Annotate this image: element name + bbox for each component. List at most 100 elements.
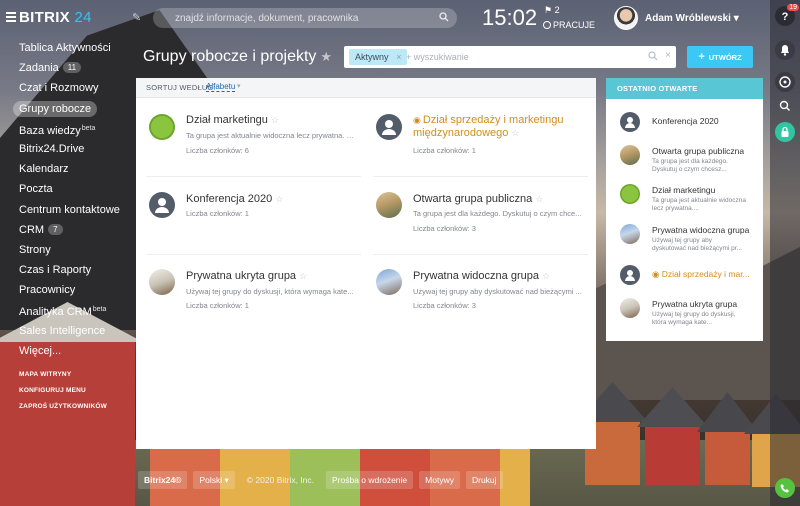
work-status[interactable]: PRACUJE xyxy=(543,20,595,30)
group-avatar[interactable] xyxy=(620,184,640,204)
group-avatar[interactable] xyxy=(376,192,402,218)
rail-search-button[interactable] xyxy=(775,96,795,116)
footer-link-print[interactable]: Drukuj xyxy=(465,471,503,489)
group-card[interactable]: Dział marketingu ☆ Ta grupa jest aktualni… xyxy=(136,78,356,155)
sidebar-item-crm[interactable]: CRM 7 xyxy=(0,220,135,240)
remove-tag-icon[interactable]: × xyxy=(396,49,401,65)
clear-icon[interactable]: × xyxy=(665,50,671,61)
group-title[interactable]: Prywatna ukryta grupa ☆ xyxy=(186,270,356,283)
left-sidebar: Tablica Aktywności Zadania 11 Czat i Rozm… xyxy=(0,36,135,415)
sidebar-item-more[interactable]: Więcej... xyxy=(0,341,135,361)
beta-label: beta xyxy=(92,306,107,314)
group-avatar[interactable] xyxy=(149,114,175,140)
top-bar: BITRIX 24 ✎ 15:02 ⚑ 2 PRACUJE Adam Wróbl… xyxy=(0,0,800,36)
help-button[interactable]: ? 19 xyxy=(775,4,799,26)
sidebar-item-workgroups[interactable]: Grupy robocze xyxy=(0,99,135,119)
recent-item-title[interactable]: Konferencja 2020 xyxy=(652,116,758,126)
notifications-button[interactable] xyxy=(775,40,795,60)
search-icon[interactable] xyxy=(439,12,449,22)
member-count: Liczba członków: 1 xyxy=(186,209,249,218)
group-title[interactable]: Konferencja 2020 ☆ xyxy=(186,193,356,206)
group-avatar[interactable] xyxy=(620,145,640,165)
messenger-button[interactable] xyxy=(775,72,795,92)
user-name[interactable]: Adam Wróblewski ▾ xyxy=(645,13,739,24)
sidebar-item-sites[interactable]: Strony xyxy=(0,240,135,260)
search-input[interactable] xyxy=(175,11,435,25)
group-avatar[interactable] xyxy=(620,298,640,318)
group-card[interactable]: Prywatna ukryta grupa ☆ Używaj tej grupy … xyxy=(136,234,354,310)
group-card[interactable]: Konferencja 2020 ☆ Liczba członków: 1 xyxy=(136,154,351,224)
group-avatar[interactable] xyxy=(149,269,175,295)
group-avatar[interactable] xyxy=(376,114,402,140)
chevron-down-icon: ▾ xyxy=(733,13,739,24)
configure-menu-link[interactable]: KONFIGURUJ MENU xyxy=(0,383,135,399)
footer-brand[interactable]: Bitrix24© xyxy=(138,471,188,489)
filter-bar[interactable]: Aktywny× × xyxy=(344,46,676,68)
sidebar-item-drive[interactable]: Bitrix24.Drive xyxy=(0,139,135,159)
group-avatar[interactable] xyxy=(620,224,640,244)
project-icon: ◉ xyxy=(413,115,421,125)
group-card[interactable]: Otwarta grupa publiczna ☆ Ta grupa jest d… xyxy=(363,154,581,233)
star-icon[interactable]: ☆ xyxy=(275,194,283,204)
recent-item-title[interactable]: ◉ Dział sprzedaży i mar... xyxy=(652,269,758,280)
recent-item-title[interactable]: Prywatna ukryta grupa xyxy=(652,299,758,309)
star-icon[interactable]: ☆ xyxy=(542,271,550,281)
recent-item-desc: Ta grupa jest aktualnie widoczna xyxy=(652,197,746,204)
group-card[interactable]: ◉ Dział sprzedaży i marketingu międzynaro… xyxy=(363,78,578,155)
global-search[interactable] xyxy=(153,8,457,28)
star-icon[interactable]: ★ xyxy=(320,49,332,64)
clock[interactable]: 15:02 xyxy=(482,5,537,31)
edit-icon[interactable]: ✎ xyxy=(132,11,141,24)
sidebar-item-contact-center[interactable]: Centrum kontaktowe xyxy=(0,200,135,220)
sidebar-item-tasks[interactable]: Zadania 11 xyxy=(0,58,135,78)
logo[interactable]: BITRIX 24 xyxy=(19,9,92,26)
star-icon[interactable]: ☆ xyxy=(299,271,307,281)
sitemap-link[interactable]: MAPA WITRYNY xyxy=(0,367,135,383)
lock-button[interactable] xyxy=(775,122,795,142)
menu-icon[interactable] xyxy=(6,12,16,22)
member-count: Liczba członków: 3 xyxy=(413,301,476,310)
group-title[interactable]: ◉ Dział sprzedaży i marketingu międzynaro… xyxy=(413,114,583,140)
counter-badge: 7 xyxy=(48,223,63,235)
recent-item-title[interactable]: Otwarta grupa publiczna xyxy=(652,146,758,156)
search-icon[interactable] xyxy=(648,51,658,61)
group-description: Ta grupa jest dla każdego. Dyskutuj o cz… xyxy=(413,209,582,218)
group-card[interactable]: Prywatna widoczna grupa ☆ Używaj tej grup… xyxy=(363,234,582,310)
sidebar-item-time-reports[interactable]: Czas i Raporty xyxy=(0,260,135,280)
create-button[interactable]: + UTWÓRZ xyxy=(687,46,753,68)
invite-users-link[interactable]: ZAPROŚ UŻYTKOWNIKÓW xyxy=(0,399,135,415)
group-title[interactable]: Otwarta grupa publiczna ☆ xyxy=(413,193,583,206)
recent-item-title[interactable]: Dział marketingu xyxy=(652,185,758,195)
group-avatar[interactable] xyxy=(376,269,402,295)
group-title[interactable]: Dział marketingu ☆ xyxy=(186,114,356,127)
sidebar-item-knowledge-base[interactable]: Baza wiedzybeta xyxy=(0,119,135,139)
star-icon[interactable]: ☆ xyxy=(271,115,279,125)
user-avatar[interactable] xyxy=(614,6,638,30)
recently-opened-panel: OSTATNIO OTWARTE Konferencja 2020 Otwart… xyxy=(606,78,763,341)
sidebar-item-sales-intelligence[interactable]: Sales Intelligence xyxy=(0,321,135,341)
star-icon[interactable]: ☆ xyxy=(535,194,543,204)
chevron-down-icon: ▾ xyxy=(224,475,229,485)
group-description: Ta grupa jest aktualnie widoczna lecz pr… xyxy=(186,131,356,140)
phone-button[interactable] xyxy=(775,478,795,498)
sidebar-item-activity-stream[interactable]: Tablica Aktywności xyxy=(0,38,135,58)
filter-tag[interactable]: Aktywny × xyxy=(349,49,407,65)
language-select[interactable]: Polski ▾ xyxy=(193,471,235,489)
sidebar-item-chat[interactable]: Czat i Rozmowy xyxy=(0,78,135,98)
filter-search-input[interactable] xyxy=(406,50,636,64)
footer-link-themes[interactable]: Motywy xyxy=(419,471,460,489)
search-icon xyxy=(779,100,790,111)
star-icon[interactable]: ☆ xyxy=(511,128,519,138)
sidebar-item-calendar[interactable]: Kalendarz xyxy=(0,159,135,179)
group-avatar[interactable] xyxy=(149,192,175,218)
footer-link-implementation[interactable]: Prośba o wdrożenie xyxy=(326,471,414,489)
group-avatar[interactable] xyxy=(620,265,640,285)
recent-item-title[interactable]: Prywatna widoczna grupa xyxy=(652,225,758,235)
sidebar-item-employees[interactable]: Pracownicy xyxy=(0,280,135,300)
chat-icon xyxy=(779,76,791,88)
sidebar-item-mail[interactable]: Poczta xyxy=(0,179,135,199)
group-avatar[interactable] xyxy=(620,112,640,132)
flag-counter[interactable]: ⚑ 2 xyxy=(544,5,560,16)
group-title[interactable]: Prywatna widoczna grupa ☆ xyxy=(413,270,583,283)
sidebar-item-crm-analytics[interactable]: Analityka CRMbeta xyxy=(0,300,135,320)
